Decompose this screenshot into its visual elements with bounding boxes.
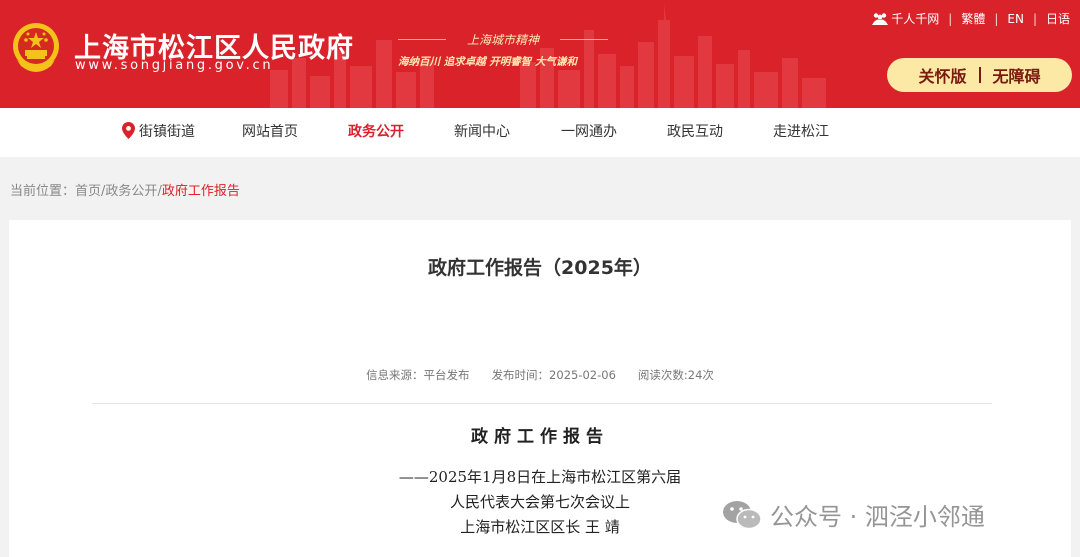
main-nav: 街镇街道 网站首页 政务公开 新闻中心 一网通办 政民互动 走进松江 (0, 108, 1080, 157)
breadcrumb-current[interactable]: 政府工作报告 (162, 184, 240, 199)
city-spirit-title: 上海城市精神 (398, 31, 608, 48)
nav-news-center[interactable]: 新闻中心 (454, 108, 510, 157)
site-header: 上海市松江区人民政府 www.songjiang.gov.cn 上海城市精神 海… (0, 0, 1080, 108)
report-subtitle-line-1: ——2025年1月8日在上海市松江区第六届 (398, 468, 682, 486)
japanese-link[interactable]: 日语 (1046, 10, 1070, 27)
divider: | (994, 11, 999, 26)
nav-government-affairs[interactable]: 政务公开 (348, 108, 404, 157)
english-link[interactable]: EN (1007, 12, 1024, 26)
accessibility-toolbar: 关怀版 无障碍 (887, 58, 1072, 92)
breadcrumb-label: 当前位置： (10, 184, 76, 199)
wechat-icon (723, 500, 762, 529)
watermark-text: 公众号 · 泗泾小邻通 (770, 503, 985, 531)
divider (978, 67, 981, 83)
care-version-button[interactable]: 关怀版 (918, 63, 966, 87)
city-spirit-motto: 海纳百川 追求卓越 开明睿智 大气谦和 (398, 56, 577, 68)
article-view-count: 阅读次数:24次 (637, 368, 714, 382)
divider: | (948, 11, 953, 26)
top-links: 千人千网 | 繁體 | EN | 日语 (872, 10, 1070, 27)
breadcrumb: 当前位置：首页/政务公开/政府工作报告 (10, 180, 240, 199)
nav-town-selector[interactable]: 街镇街道 (122, 108, 195, 157)
divider (92, 403, 992, 404)
nav-one-net-service[interactable]: 一网通办 (561, 108, 617, 157)
divider: | (1032, 11, 1037, 26)
article-source: 信息来源：平台发布 (366, 368, 470, 382)
nav-town-label: 街镇街道 (139, 124, 195, 140)
qianren-qianwang-link[interactable]: 千人千网 (891, 10, 939, 27)
report-heading: 政府工作报告 (471, 427, 609, 447)
accessible-button[interactable]: 无障碍 (993, 63, 1041, 87)
breadcrumb-section[interactable]: 政务公开 (105, 184, 157, 199)
nav-home[interactable]: 网站首页 (242, 108, 298, 157)
national-emblem-logo (13, 23, 59, 72)
city-spirit-slogan: 上海城市精神 海纳百川 追求卓越 开明睿智 大气谦和 (398, 31, 608, 69)
site-url: www.songjiang.gov.cn (75, 58, 274, 73)
location-pin-icon (122, 122, 135, 139)
wechat-watermark: 公众号 · 泗泾小邻通 (722, 497, 985, 532)
traditional-chinese-link[interactable]: 繁體 (961, 10, 985, 27)
article-meta: 信息来源：平台发布 发布时间：2025-02-06 阅读次数:24次 (9, 367, 1071, 383)
people-icon (872, 12, 889, 25)
breadcrumb-home[interactable]: 首页 (75, 184, 101, 199)
article-title: 政府工作报告（2025年） (428, 257, 652, 279)
article-publish-time: 发布时间：2025-02-06 (491, 368, 616, 382)
nav-about-songjiang[interactable]: 走进松江 (773, 108, 829, 157)
nav-interaction[interactable]: 政民互动 (667, 108, 723, 157)
